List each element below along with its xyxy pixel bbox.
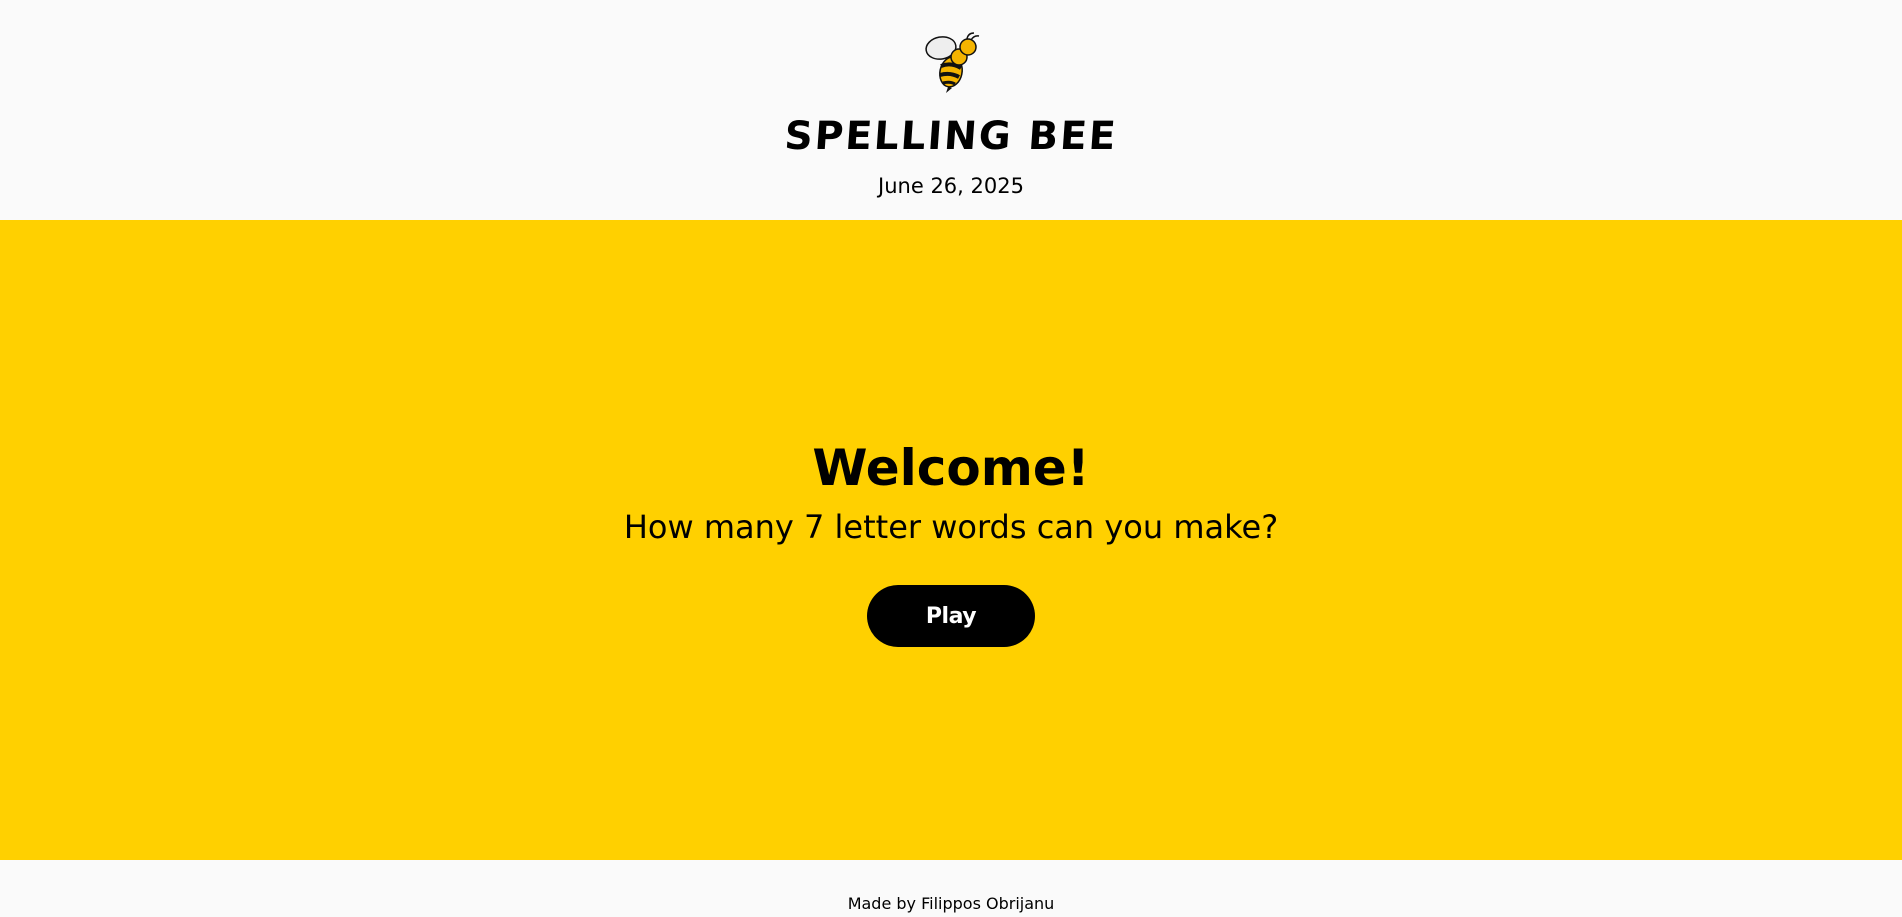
site-header: SPELLING BEE June 26, 2025 <box>0 0 1902 220</box>
page-title: SPELLING BEE <box>783 114 1119 159</box>
welcome-panel: Welcome! How many 7 letter words can you… <box>0 220 1902 860</box>
site-footer: Made by Filippos Obrijanu <box>0 860 1902 917</box>
play-button[interactable]: Play <box>867 585 1035 647</box>
welcome-heading: Welcome! <box>812 439 1090 497</box>
welcome-subtitle: How many 7 letter words can you make? <box>623 508 1279 546</box>
puzzle-date: June 26, 2025 <box>878 174 1024 198</box>
bee-icon <box>925 32 980 93</box>
footer-credit: Made by Filippos Obrijanu <box>847 894 1055 913</box>
